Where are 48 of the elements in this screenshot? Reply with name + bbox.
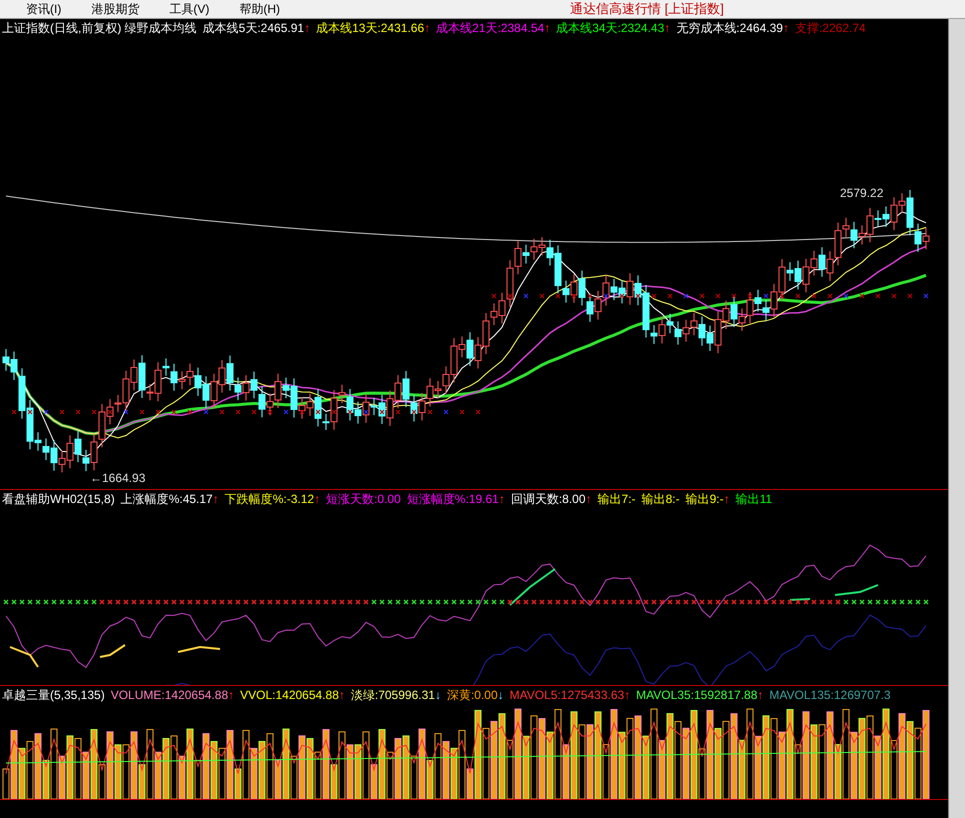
legend-label: 成本线21天:2384.54	[436, 22, 544, 34]
legend-arrow: ↑	[314, 492, 320, 504]
legend-arrow: ↑	[664, 22, 670, 34]
legend-label: 回调天数:8.00	[510, 492, 586, 504]
legend-label: 短涨天数:0.00	[326, 492, 401, 504]
legend-label: VVOL:1420654.88	[240, 688, 339, 700]
legend-label: 无穷成本线:2464.39	[676, 22, 783, 34]
legend-label: 看盘辅助WH02(15,8)	[2, 492, 115, 504]
legend-label: 成本线13天:2431.66	[316, 22, 424, 34]
legend-label: VOLUME:1420654.88	[110, 688, 228, 700]
legend-label: MAVOL5:1275433.63	[510, 688, 624, 700]
legend-arrow: ↑	[228, 688, 234, 700]
legend-label: 输出7:-	[598, 492, 636, 504]
legend-label: MAVOL135:1269707.3	[769, 688, 891, 700]
legend-label: 下跌幅度%:-3.12	[224, 492, 314, 504]
legend-label: MAVOL35:1592817.88	[636, 688, 758, 700]
legend-arrow: ↑	[544, 22, 550, 34]
legend-label: 输出9:-	[686, 492, 724, 504]
legend-arrow: ↑	[624, 688, 630, 700]
legend-label: 上证指数(日线,前复权) 绿野成本均线	[2, 22, 197, 34]
menu-item[interactable]: 资讯(I)	[26, 0, 62, 18]
legend-label: 短涨幅度%:19.61	[406, 492, 499, 504]
legend-arrow: ↓	[498, 688, 504, 700]
legend-label: 淡绿:705996.31	[350, 688, 435, 700]
legend-arrow: ↑	[757, 688, 764, 700]
legend-arrow: ↑	[338, 688, 345, 700]
legend-label: 成本线5天:2465.91	[202, 22, 304, 34]
low-price-label: ←1664.93	[90, 470, 146, 488]
legend-arrow: ↑	[724, 492, 730, 504]
legend-arrow: ↑	[586, 492, 592, 504]
legend-label: 卓越三量(5,35,135)	[2, 688, 105, 700]
legend-label: 输出8:-	[642, 492, 680, 504]
legend-label: 深黄:0.00	[446, 688, 498, 700]
legend-arrow: ↑	[212, 492, 219, 504]
legend-arrow: ↑	[498, 492, 505, 504]
legend-arrow: ↑	[424, 22, 430, 34]
high-price-label: 2579.22	[840, 184, 884, 202]
menu-item[interactable]: 工具(V)	[169, 0, 210, 18]
legend-label: 成本线34天:2324.43	[556, 22, 664, 34]
legend-label: 支撑:2262.74	[794, 22, 866, 34]
legend-label: 输出11	[736, 492, 772, 504]
legend-arrow: ↓	[434, 688, 441, 700]
menu-item[interactable]: 港股期货	[91, 0, 140, 18]
legend-label: 上涨幅度%:45.17	[120, 492, 213, 504]
legend-arrow: ↑	[782, 22, 789, 34]
menu-item[interactable]: 帮助(H)	[239, 0, 280, 18]
legend-arrow: ↑	[304, 22, 310, 34]
window-title: 通达信高速行情 [上证指数]	[570, 0, 724, 18]
